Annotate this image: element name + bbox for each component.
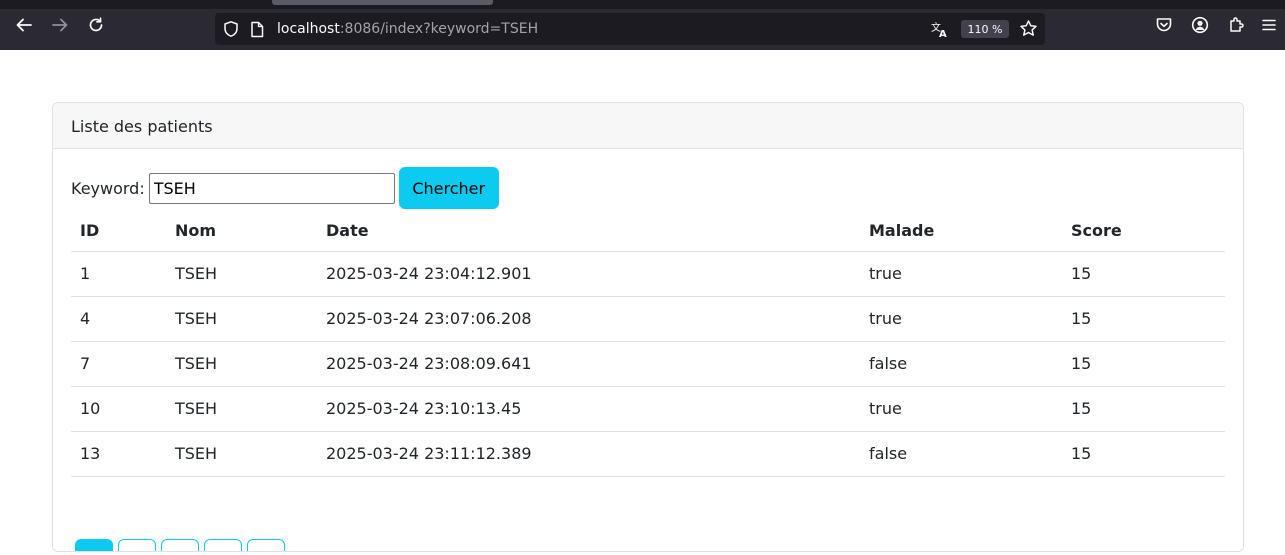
reload-icon[interactable]: [84, 13, 108, 37]
active-tab[interactable]: [272, 0, 493, 5]
url-text[interactable]: localhost:8086/index?keyword=TSEH: [277, 21, 538, 37]
cell-nom: TSEH: [166, 296, 317, 342]
star-icon[interactable]: [1019, 19, 1038, 42]
header-nom: Nom: [166, 211, 317, 252]
page-button-4[interactable]: 4: [247, 539, 285, 551]
cell-score: 15: [1062, 341, 1225, 387]
zoom-level[interactable]: 110 %: [961, 20, 1009, 38]
table-row: 1 TSEH 2025-03-24 23:04:12.901 true 15: [71, 251, 1225, 297]
cell-score: 15: [1062, 251, 1225, 297]
cell-malade: false: [860, 341, 1062, 387]
menu-icon[interactable]: [1257, 13, 1281, 37]
keyword-input[interactable]: [148, 172, 395, 204]
header-date: Date: [317, 211, 860, 252]
cell-id: 13: [71, 431, 166, 477]
pagination: 0 1 2 3 4: [75, 539, 285, 551]
page-icon[interactable]: [250, 21, 264, 42]
header-id: ID: [71, 211, 166, 252]
patients-card: Liste des patients Keyword: Chercher ID …: [52, 102, 1244, 552]
forward-icon[interactable]: [48, 13, 72, 37]
cell-malade: true: [860, 296, 1062, 342]
cell-malade: true: [860, 386, 1062, 432]
cell-nom: TSEH: [166, 431, 317, 477]
cell-date: 2025-03-24 23:10:13.45: [317, 386, 860, 432]
cell-nom: TSEH: [166, 341, 317, 387]
table-row: 10 TSEH 2025-03-24 23:10:13.45 true 15: [71, 386, 1225, 432]
cell-date: 2025-03-24 23:11:12.389: [317, 431, 860, 477]
cell-malade: false: [860, 431, 1062, 477]
keyword-label: Keyword:: [71, 178, 145, 198]
cell-score: 15: [1062, 431, 1225, 477]
table-row: 7 TSEH 2025-03-24 23:08:09.641 false 15: [71, 341, 1225, 387]
svg-text:A: A: [939, 29, 947, 38]
patients-table: ID Nom Date Malade Score 1 TSEH 2025-03-…: [71, 211, 1225, 477]
page-button-1[interactable]: 1: [118, 539, 156, 551]
page-button-0[interactable]: 0: [75, 539, 113, 551]
cell-score: 15: [1062, 296, 1225, 342]
cell-id: 4: [71, 296, 166, 342]
back-icon[interactable]: [12, 13, 36, 37]
extensions-icon[interactable]: [1224, 13, 1248, 37]
pocket-icon[interactable]: [1152, 13, 1176, 37]
page-button-2[interactable]: 2: [161, 539, 199, 551]
header-score: Score: [1062, 211, 1225, 252]
table-header-row: ID Nom Date Malade Score: [71, 211, 1225, 252]
browser-toolbar: localhost:8086/index?keyword=TSEH 文A 110…: [0, 0, 1285, 50]
table-row: 4 TSEH 2025-03-24 23:07:06.208 true 15: [71, 296, 1225, 342]
cell-date: 2025-03-24 23:04:12.901: [317, 251, 860, 297]
cell-nom: TSEH: [166, 386, 317, 432]
cell-score: 15: [1062, 386, 1225, 432]
translate-icon[interactable]: 文A: [931, 20, 949, 42]
account-icon[interactable]: [1188, 13, 1212, 37]
url-bar[interactable]: localhost:8086/index?keyword=TSEH 文A 110…: [215, 13, 1045, 45]
header-malade: Malade: [860, 211, 1062, 252]
shield-icon[interactable]: [222, 20, 240, 42]
cell-id: 1: [71, 251, 166, 297]
url-path: :8086/index?keyword=TSEH: [339, 21, 539, 37]
page-button-3[interactable]: 3: [204, 539, 242, 551]
card-title: Liste des patients: [53, 103, 1243, 149]
cell-nom: TSEH: [166, 251, 317, 297]
url-host: localhost: [277, 21, 340, 37]
cell-date: 2025-03-24 23:08:09.641: [317, 341, 860, 387]
tab-strip: [0, 0, 1285, 9]
search-form: Keyword: Chercher: [71, 167, 499, 209]
search-button[interactable]: Chercher: [398, 167, 499, 209]
table-row: 13 TSEH 2025-03-24 23:11:12.389 false 15: [71, 431, 1225, 477]
cell-date: 2025-03-24 23:07:06.208: [317, 296, 860, 342]
cell-malade: true: [860, 251, 1062, 297]
cell-id: 7: [71, 341, 166, 387]
cell-id: 10: [71, 386, 166, 432]
